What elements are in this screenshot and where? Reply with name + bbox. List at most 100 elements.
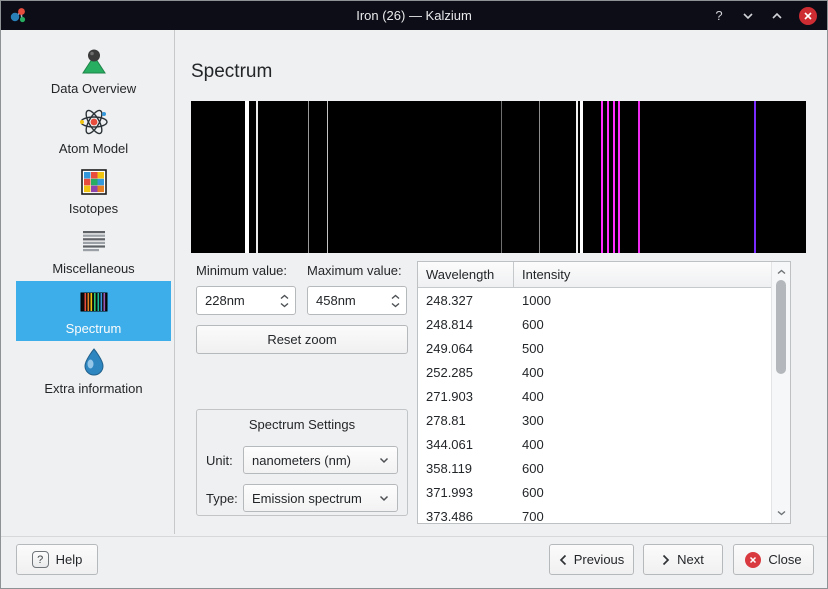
spinner-up-icon[interactable] [280,294,289,300]
wavelength-cell: 373.486 [426,508,473,524]
maximum-value-input[interactable] [308,293,374,308]
intensity-cell: 1000 [522,292,551,308]
close-button[interactable]: Close [733,544,814,575]
previous-button[interactable]: Previous [549,544,634,575]
intensity-cell: 400 [522,388,544,404]
unit-label: Unit: [206,452,233,468]
intensity-cell: 400 [522,364,544,380]
help-button-label: Help [55,552,83,567]
chevron-down-icon[interactable] [741,8,755,24]
spinner-arrows [280,294,289,308]
vertical-scrollbar[interactable] [771,262,790,523]
table-row[interactable]: 249.064 500 [418,336,771,360]
table-row[interactable]: 248.814 600 [418,312,771,336]
unit-combobox[interactable]: nanometers (nm) [243,446,398,474]
wavelength-cell: 344.061 [426,436,473,452]
sidebar-item-label: Isotopes [68,201,119,216]
spinner-up-icon[interactable] [391,294,400,300]
wavelength-cell: 248.327 [426,292,473,308]
previous-button-label: Previous [573,552,625,567]
scroll-up-icon[interactable] [772,264,790,280]
sidebar-item-label: Data Overview [50,81,137,96]
table-row[interactable]: 271.903 400 [418,384,771,408]
minimum-value-input[interactable] [197,293,263,308]
spectrum-line [247,101,250,253]
sidebar-item-label: Spectrum [65,321,122,336]
close-button-label: Close [768,552,802,567]
spectrum-line [612,101,615,253]
table-row[interactable]: 371.993 600 [418,480,771,504]
spinner-down-icon[interactable] [391,302,400,308]
flask-icon [81,49,106,74]
spectrum-line [538,101,540,253]
intensity-cell: 600 [522,316,544,332]
minimum-value-label: Minimum value: [196,263,288,278]
table-row[interactable]: 248.327 1000 [418,288,771,312]
spectrum-table: Wavelength Intensity 248.327 1000 248.814 6… [417,261,791,524]
intensity-cell: 600 [522,484,544,500]
spectrum-line [607,101,610,253]
chevron-right-icon [663,554,670,565]
sidebar-item-label: Extra information [44,381,143,396]
minimum-value-spinbox[interactable] [196,286,296,315]
close-icon [745,551,762,568]
chevron-down-icon [379,457,389,463]
spinner-down-icon[interactable] [280,302,289,308]
spectrum-line [576,101,579,253]
next-button[interactable]: Next [643,544,723,575]
wavelength-cell: 278.81 [426,412,466,428]
intensity-column-header[interactable]: Intensity [514,262,771,287]
intensity-cell: 500 [522,340,544,356]
spectrum-line [255,101,258,253]
scrollbar-thumb[interactable] [776,280,786,374]
intensity-cell: 400 [522,436,544,452]
type-combobox[interactable]: Emission spectrum [243,484,398,512]
sidebar-item-label: Atom Model [58,141,129,156]
wavelength-cell: 248.814 [426,316,473,332]
spectrum-line [326,101,328,253]
type-label: Type: [206,490,238,506]
table-row[interactable]: 358.119 600 [418,456,771,480]
list-lines-icon [82,231,105,252]
wavelength-cell: 371.993 [426,484,473,500]
table-row[interactable]: 344.061 400 [418,432,771,456]
spectrum-line [308,101,310,253]
blue-drop-icon [83,348,104,376]
sidebar-item-miscellaneous[interactable]: Miscellaneous [16,221,171,281]
spectrum-settings-title: Spectrum Settings [248,417,356,432]
page-title: Spectrum [191,60,273,82]
scroll-down-icon[interactable] [772,505,790,521]
spectrum-display[interactable] [191,101,806,253]
spectrum-line [638,101,641,253]
table-row[interactable]: 252.285 400 [418,360,771,384]
wavelength-column-header[interactable]: Wavelength [418,262,514,287]
chevron-left-icon [559,554,566,565]
table-row[interactable]: 278.81 300 [418,408,771,432]
sidebar-item-data-overview[interactable]: Data Overview [16,41,171,101]
footer-divider [1,536,827,537]
wavelength-cell: 249.064 [426,340,473,356]
isotopes-grid-icon [80,169,107,195]
sidebar-item-spectrum[interactable]: Spectrum [16,281,171,341]
chevron-up-icon[interactable] [770,8,784,24]
wavelength-cell: 271.903 [426,388,473,404]
spectrum-line [501,101,503,253]
spectrum-settings-group: Spectrum Settings Unit: nanometers (nm) … [196,409,408,516]
titlebar[interactable]: Iron (26) — Kalzium ? [1,1,827,30]
reset-zoom-button[interactable]: Reset zoom [196,325,408,354]
wavelength-cell: 358.119 [426,460,473,476]
sidebar-item-extra-information[interactable]: Extra information [16,341,171,401]
help-icon: ? [31,551,49,568]
window-help-button[interactable]: ? [712,8,726,24]
maximum-value-label: Maximum value: [307,263,402,278]
spectrum-bars-icon [80,292,107,312]
sidebar-item-atom-model[interactable]: Atom Model [16,101,171,161]
intensity-cell: 300 [522,412,544,428]
window-close-button[interactable] [799,6,817,25]
sidebar-item-isotopes[interactable]: Isotopes [16,161,171,221]
spectrum-line [580,101,584,253]
help-button[interactable]: ? Help [16,544,98,575]
intensity-cell: 700 [522,508,544,524]
maximum-value-spinbox[interactable] [307,286,407,315]
table-row[interactable]: 373.486 700 [418,504,771,524]
